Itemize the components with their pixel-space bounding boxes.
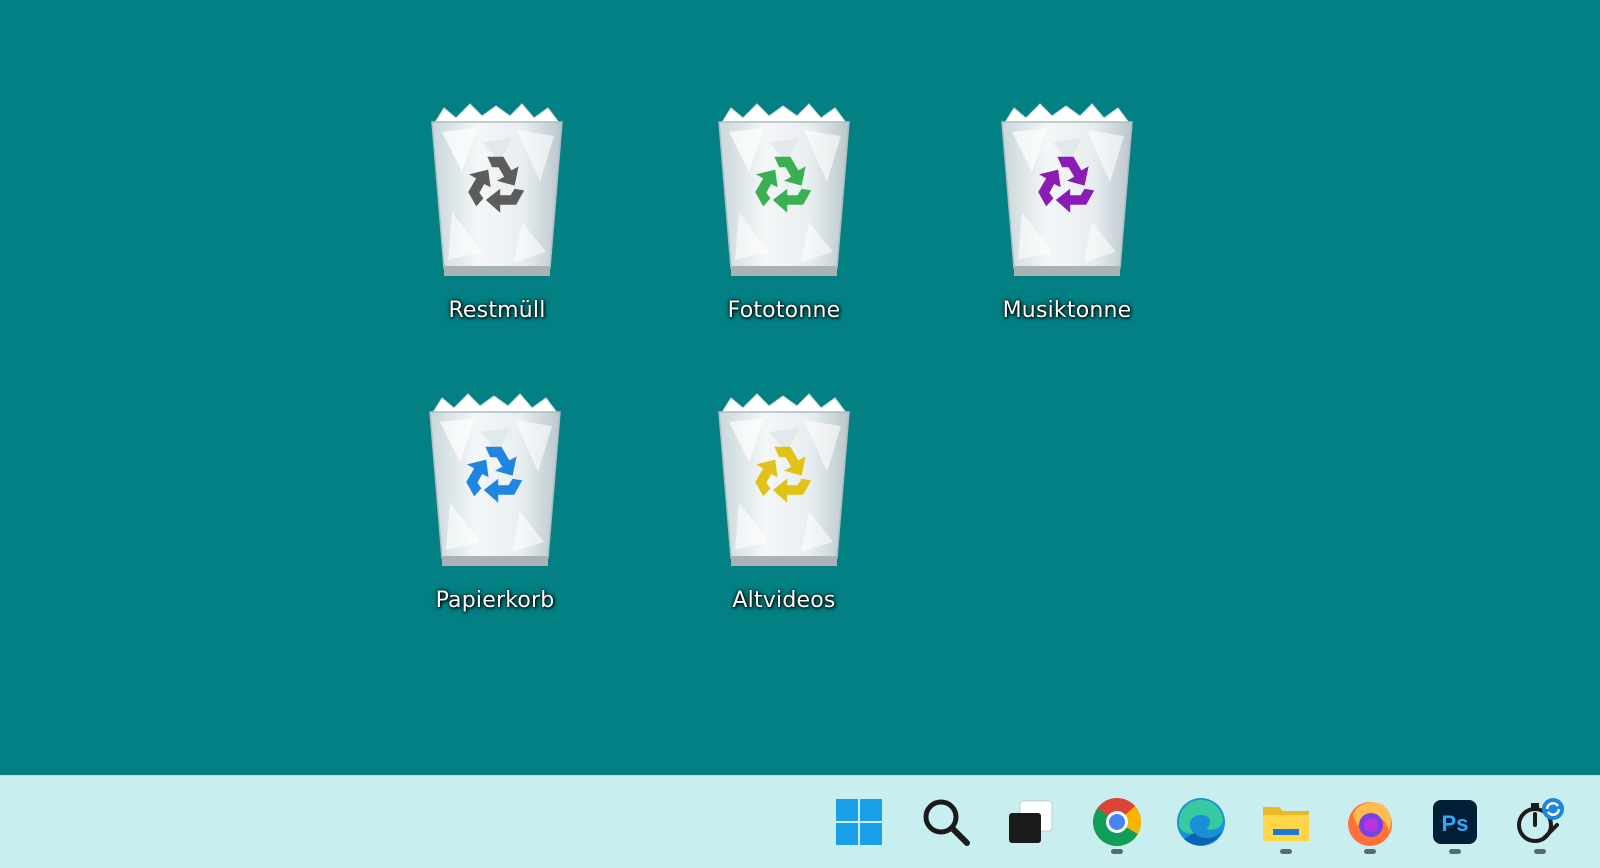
desktop-icon-label: Papierkorb [435,588,555,613]
start-button[interactable] [828,786,890,858]
running-indicator [1534,849,1546,854]
search-icon [923,799,970,846]
desktop: Restmüll Fototonne Musiktonne Papierkorb… [0,0,1600,775]
desktop-icon-musiktonne[interactable]: Musiktonne [967,102,1167,352]
desktop-icon-restmuell[interactable]: Restmüll [397,102,597,352]
edge-icon [1177,798,1225,846]
running-indicator [1364,849,1376,854]
task-view-icon [1009,800,1053,843]
taskbar: Ps [0,775,1600,868]
firefox-icon [1348,802,1392,846]
recycle-bin-gray-icon [422,102,572,282]
folder-icon [1263,807,1309,841]
desktop-icon-label: Fototonne [727,298,841,323]
desktop-icon-fototonne[interactable]: Fototonne [684,102,884,352]
chrome-button[interactable] [1086,786,1148,858]
desktop-icon-altvideos[interactable]: Altvideos [684,392,884,642]
task-view-button[interactable] [1000,786,1062,858]
desktop-icon-label: Musiktonne [1002,298,1132,323]
search-button[interactable] [915,786,977,858]
desktop-icon-label: Restmüll [448,298,546,323]
file-explorer-button[interactable] [1255,786,1317,858]
photoshop-icon: Ps [1433,800,1477,844]
firefox-button[interactable] [1339,786,1401,858]
stopwatch-sync-icon [1517,798,1564,843]
windows-logo-icon [836,799,882,845]
recycle-bin-yellow-icon [709,392,859,572]
running-indicator [1280,849,1292,854]
running-indicator [1449,849,1461,854]
photoshop-button[interactable]: Ps [1424,786,1486,858]
recycle-bin-purple-icon [992,102,1142,282]
sync-tool-button[interactable] [1509,786,1571,858]
recycle-bin-blue-icon [420,392,570,572]
edge-button[interactable] [1170,786,1232,858]
running-indicator [1111,849,1123,854]
recycle-bin-green-icon [709,102,859,282]
photoshop-label: Ps [1442,811,1469,836]
desktop-icon-label: Altvideos [732,588,836,613]
chrome-icon [1093,798,1142,847]
desktop-icon-papierkorb[interactable]: Papierkorb [395,392,595,642]
